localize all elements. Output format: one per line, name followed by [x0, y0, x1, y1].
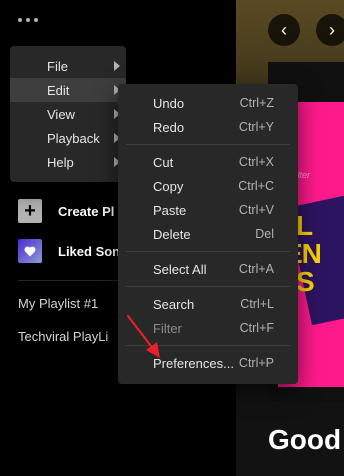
shortcut-label: Ctrl+L: [240, 297, 274, 311]
shortcut-label: Ctrl+P: [238, 356, 274, 370]
shortcut-label: Ctrl+Y: [238, 120, 274, 134]
sidebar-playlist-item[interactable]: Techviral PlayLi: [18, 329, 108, 344]
menu-item-playback[interactable]: Playback: [10, 126, 126, 150]
shortcut-label: Ctrl+V: [238, 203, 274, 217]
menu-item-file[interactable]: File: [10, 54, 126, 78]
menu-item-label: View: [47, 106, 75, 122]
red-arrow-icon: [126, 314, 160, 358]
shortcut-label: Ctrl+F: [239, 321, 274, 335]
menu-item-cut[interactable]: Cut Ctrl+X: [118, 150, 298, 174]
create-playlist-label: Create Pl: [58, 203, 115, 219]
menu-item-label: File: [47, 58, 68, 74]
menu-item-view[interactable]: View: [10, 102, 126, 126]
menu-item-help[interactable]: Help: [10, 150, 126, 174]
menu-item-edit[interactable]: Edit: [10, 78, 126, 102]
chevron-left-icon: ‹: [281, 19, 287, 40]
cover-text-line: S: [296, 266, 315, 297]
menu-separator: [126, 286, 290, 287]
more-options-icon[interactable]: [18, 18, 38, 22]
menu-item-label: Redo: [153, 119, 185, 135]
chevron-right-icon: ›: [329, 19, 335, 40]
liked-songs-button[interactable]: Liked Son: [18, 239, 120, 263]
shortcut-label: Ctrl+A: [238, 262, 274, 276]
menu-item-label: Help: [47, 154, 74, 170]
menu-item-redo[interactable]: Redo Ctrl+Y: [118, 115, 298, 139]
greeting-heading: Good: [268, 424, 342, 455]
menu-item-select-all[interactable]: Select All Ctrl+A: [118, 257, 298, 281]
menu-item-copy[interactable]: Copy Ctrl+C: [118, 174, 298, 198]
heart-icon: [18, 239, 42, 263]
menu-item-paste[interactable]: Paste Ctrl+V: [118, 198, 298, 222]
shortcut-label: Ctrl+Z: [239, 96, 274, 110]
menu-item-label: Search: [153, 296, 195, 312]
menu-separator: [126, 144, 290, 145]
menu-separator: [126, 251, 290, 252]
app-menu: File Edit View Playback Help: [10, 46, 126, 182]
forward-button[interactable]: ›: [316, 14, 344, 46]
liked-songs-label: Liked Son: [58, 243, 121, 259]
shortcut-label: Ctrl+X: [238, 155, 274, 169]
menu-item-undo[interactable]: Undo Ctrl+Z: [118, 91, 298, 115]
menu-item-label: Edit: [47, 82, 70, 98]
menu-item-label: Undo: [153, 95, 185, 111]
cover-text-line: L: [296, 210, 313, 241]
sidebar-playlist-item[interactable]: My Playlist #1: [18, 296, 98, 311]
back-button[interactable]: ‹: [268, 14, 300, 46]
menu-item-label: Select All: [153, 261, 207, 277]
create-playlist-button[interactable]: + Create Pl: [18, 199, 114, 223]
menu-item-label: Cut: [153, 154, 174, 170]
plus-icon: +: [18, 199, 42, 223]
menu-item-label: Copy: [153, 178, 184, 194]
menu-item-label: Delete: [153, 226, 191, 242]
shortcut-label: Ctrl+C: [238, 179, 274, 193]
menu-item-delete[interactable]: Delete Del: [118, 222, 298, 246]
menu-item-label: Paste: [153, 202, 187, 218]
menu-item-label: Playback: [47, 130, 100, 146]
shortcut-label: Del: [255, 227, 274, 241]
menu-item-label: Preferences...: [153, 355, 234, 371]
submenu-arrow-icon: [114, 61, 120, 71]
